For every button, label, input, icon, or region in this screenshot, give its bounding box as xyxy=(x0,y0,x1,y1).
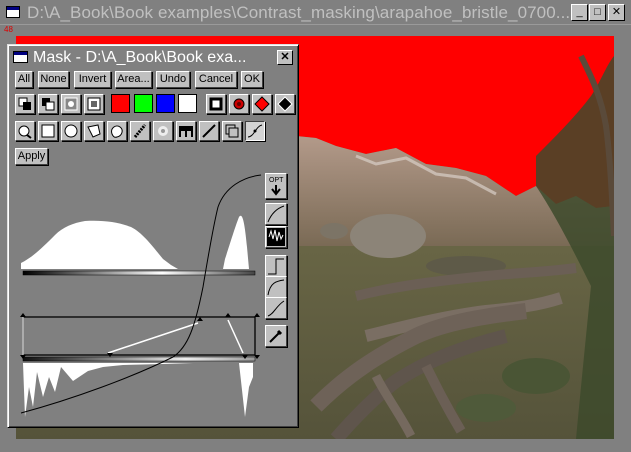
ok-button[interactable]: OK xyxy=(241,71,263,88)
none-button[interactable]: None xyxy=(38,71,69,88)
line-icon[interactable] xyxy=(199,121,219,141)
color-swatch-white[interactable] xyxy=(178,94,197,113)
lasso-icon[interactable] xyxy=(15,121,35,141)
opt-label: OPT xyxy=(269,177,284,184)
maximize-button[interactable]: □ xyxy=(589,4,606,21)
brush-icon[interactable] xyxy=(130,121,150,141)
opt-arrow-icon[interactable]: OPT xyxy=(265,173,287,199)
overlay-mode-1-icon[interactable] xyxy=(15,94,35,114)
eyedropper-icon[interactable] xyxy=(265,325,287,347)
zoom-badge: 48 xyxy=(4,25,13,34)
mask-dialog-title: Mask - D:\A_Book\Book exa... xyxy=(33,49,247,66)
window-title: D:\A_Book\Book examples\Contrast_masking… xyxy=(27,3,571,22)
gradient-icon[interactable] xyxy=(176,121,196,141)
layers-icon[interactable] xyxy=(222,121,242,141)
ellipse-icon[interactable] xyxy=(61,121,81,141)
rectangle-icon[interactable] xyxy=(38,121,58,141)
freehand-icon[interactable] xyxy=(107,121,127,141)
undo-button[interactable]: Undo xyxy=(156,71,190,88)
diamond-black-icon[interactable] xyxy=(275,94,295,114)
invert-button[interactable]: Invert xyxy=(74,71,111,88)
histogram-toggle-icon[interactable] xyxy=(265,226,287,248)
mask-close-button[interactable]: ✕ xyxy=(277,50,293,65)
step-shape-icon[interactable] xyxy=(265,255,287,277)
all-button[interactable]: All xyxy=(15,71,33,88)
polygon-icon[interactable] xyxy=(84,121,104,141)
color-swatch-green[interactable] xyxy=(134,94,153,113)
overlay-mode-3-icon[interactable] xyxy=(61,94,81,114)
mask-dialog[interactable]: Mask - D:\A_Book\Book exa... ✕ All None … xyxy=(7,44,299,428)
close-button[interactable]: ✕ xyxy=(608,4,625,21)
curve-icon[interactable] xyxy=(245,121,265,141)
color-swatch-red[interactable] xyxy=(111,94,130,113)
mask-title-bar[interactable]: Mask - D:\A_Book\Book exa... ✕ xyxy=(10,47,296,68)
main-title-bar[interactable]: D:\A_Book\Book examples\Contrast_masking… xyxy=(0,0,631,25)
curve-shape-1-icon[interactable] xyxy=(265,203,287,225)
color-swatch-blue[interactable] xyxy=(156,94,175,113)
minimize-button[interactable]: _ xyxy=(571,4,588,21)
soft-brush-icon[interactable] xyxy=(153,121,173,141)
dialog-window-icon xyxy=(13,51,28,63)
curve-shape-3-icon[interactable] xyxy=(265,297,287,319)
app-window-icon xyxy=(6,6,20,18)
square-marker-icon[interactable] xyxy=(206,94,226,114)
circle-marker-icon[interactable] xyxy=(229,94,249,114)
apply-button[interactable]: Apply xyxy=(15,148,48,165)
overlay-mode-4-icon[interactable] xyxy=(84,94,104,114)
overlay-mode-2-icon[interactable] xyxy=(38,94,58,114)
area-button[interactable]: Area... xyxy=(115,71,152,88)
cancel-button[interactable]: Cancel xyxy=(195,71,237,88)
curve-shape-2-icon[interactable] xyxy=(265,276,287,298)
diamond-red-icon[interactable] xyxy=(252,94,272,114)
mask-curve-editor[interactable] xyxy=(13,167,265,422)
